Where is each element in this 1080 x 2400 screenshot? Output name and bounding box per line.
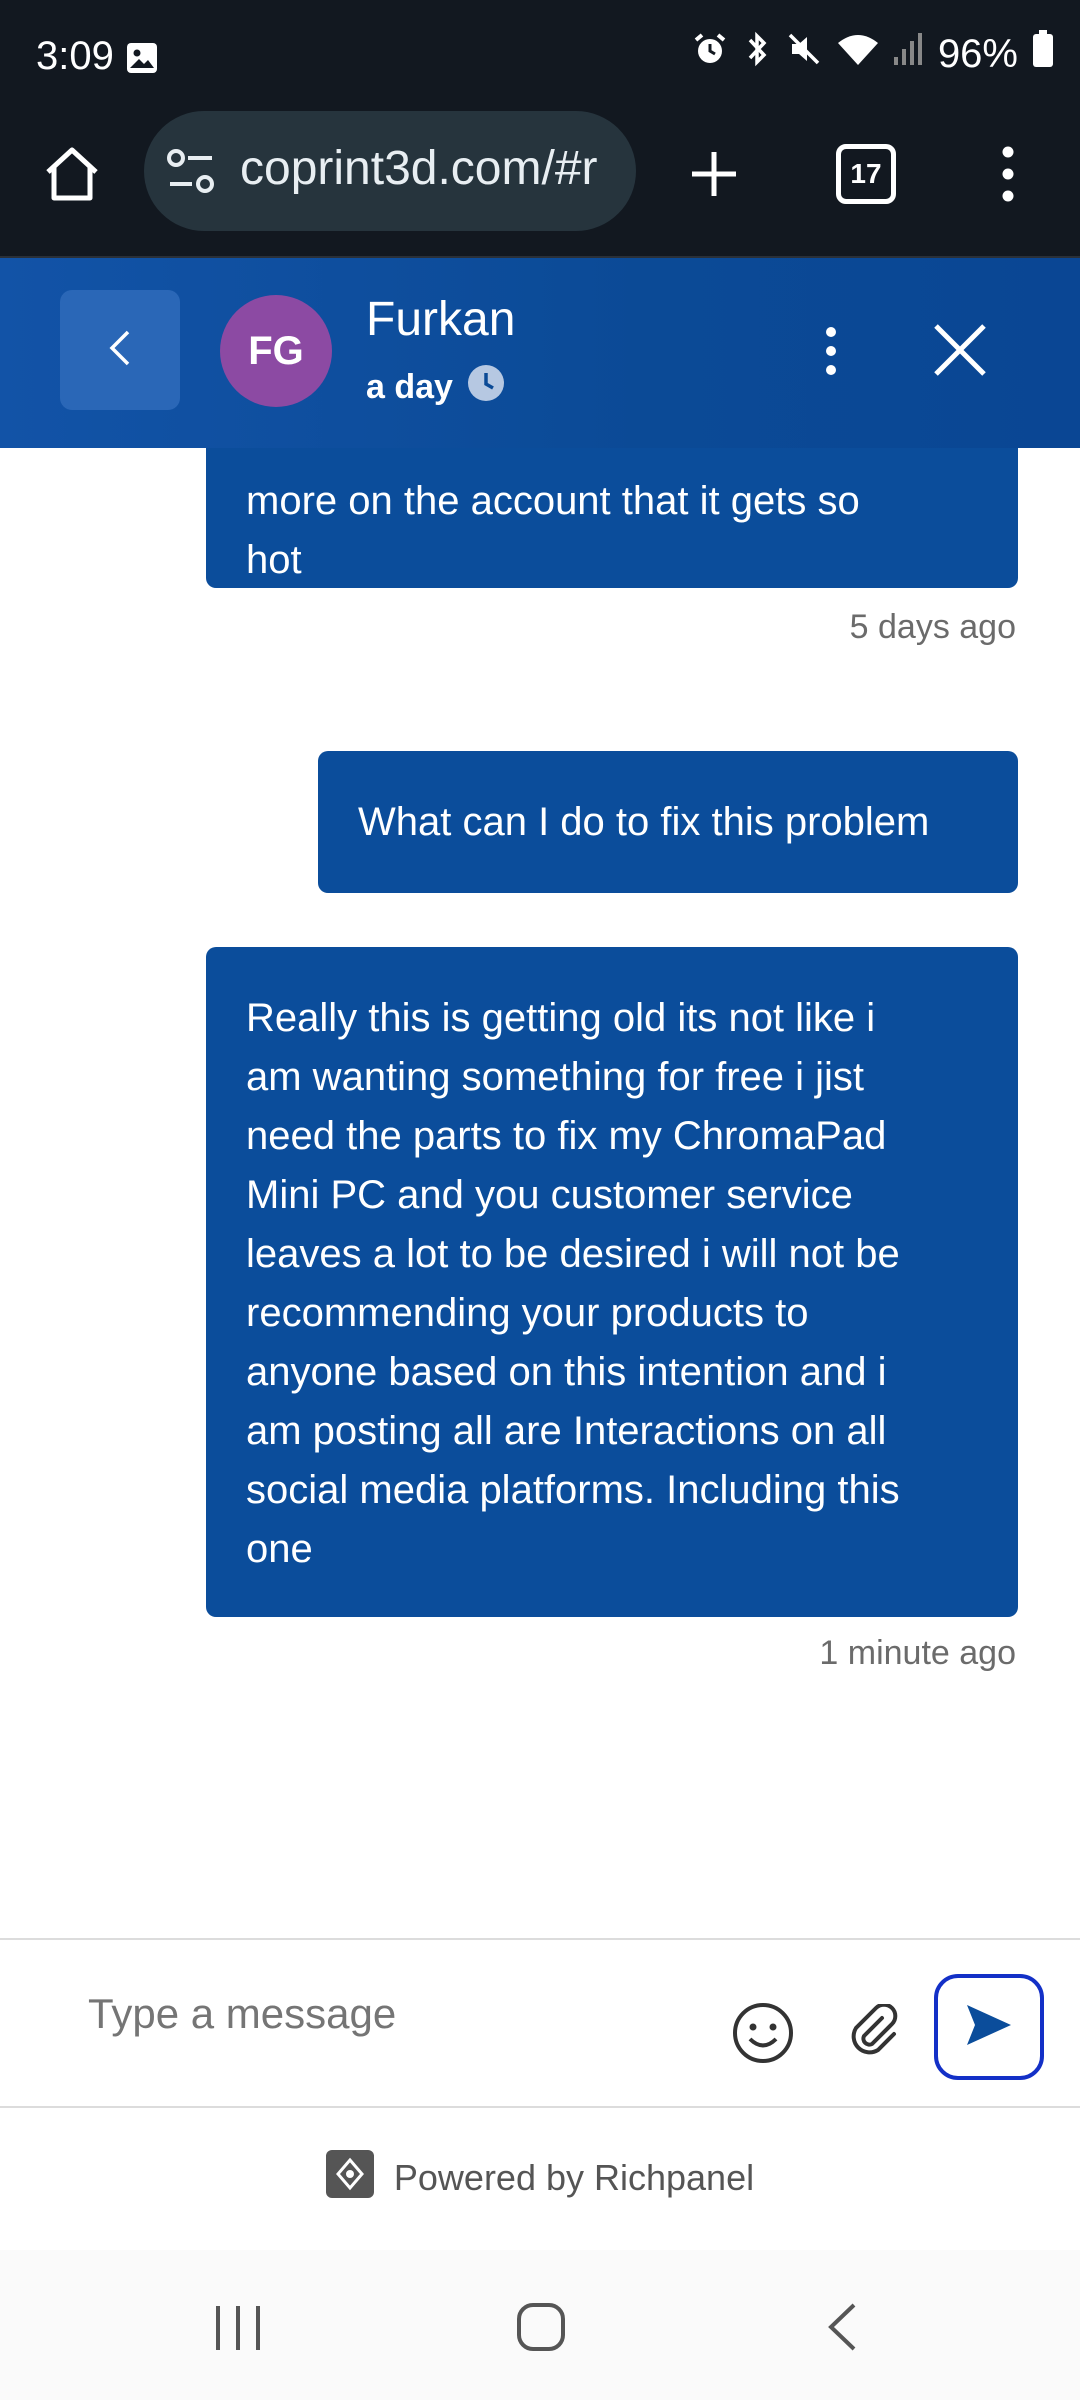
image-icon <box>126 42 158 79</box>
emoji-icon[interactable] <box>732 2002 794 2064</box>
tabs-icon[interactable]: 17 <box>836 144 896 204</box>
message-bubble: more on the account that it gets so hot <box>206 448 1018 588</box>
more-options-icon[interactable] <box>822 326 840 381</box>
message-timestamp: 1 minute ago <box>819 1634 1016 1672</box>
chat-header: FG Furkan a day <box>0 258 1080 448</box>
url-bar[interactable]: coprint3d.com/#r <box>144 111 636 231</box>
message-line: more on the account that it gets so <box>246 479 860 523</box>
home-nav-icon[interactable] <box>516 2302 566 2357</box>
message-line: am wanting something for free i jist <box>246 1055 865 1099</box>
message-line: hot <box>246 538 302 582</box>
message-list: more on the account that it gets so hot … <box>0 448 1080 1938</box>
message-timestamp: 5 days ago <box>849 608 1016 646</box>
powered-by[interactable]: Powered by Richpanel <box>0 2106 1080 2250</box>
send-button[interactable] <box>934 1974 1044 2080</box>
message-line: recommending your products to <box>246 1291 809 1335</box>
more-icon[interactable] <box>994 144 1022 209</box>
battery-text: 96% <box>937 31 1018 76</box>
message-line: need the parts to fix my ChromaPad <box>246 1114 887 1158</box>
status-time: 3:09 <box>36 34 114 78</box>
mute-icon <box>786 31 822 77</box>
back-nav-icon[interactable] <box>826 2302 858 2357</box>
home-icon[interactable] <box>40 142 104 211</box>
back-button[interactable] <box>60 290 180 410</box>
signal-icon <box>893 31 924 77</box>
clock-icon <box>467 364 505 411</box>
powered-by-text[interactable]: Powered by Richpanel <box>394 2157 754 2199</box>
response-time: a day <box>366 364 505 411</box>
message-bubble: Really this is getting old its not like … <box>206 947 1018 1617</box>
system-nav-bar <box>0 2250 1080 2400</box>
message-bubble: What can I do to fix this problem <box>318 751 1018 893</box>
message-line: What can I do to fix this problem <box>358 799 930 844</box>
url-text[interactable]: coprint3d.com/#r <box>240 141 612 196</box>
message-line: Really this is getting old its not like … <box>246 996 876 1040</box>
send-icon <box>964 2002 1014 2053</box>
agent-name: Furkan <box>366 293 516 346</box>
site-settings-icon[interactable] <box>166 149 216 198</box>
attachment-icon[interactable] <box>848 2004 902 2058</box>
chevron-left-icon <box>108 328 132 373</box>
avatar: FG <box>220 295 332 407</box>
richpanel-logo-icon <box>325 2149 374 2207</box>
alarm-icon <box>692 31 728 77</box>
response-time-text: a day <box>366 368 453 406</box>
message-line: am posting all are Interactions on all <box>246 1409 887 1453</box>
recent-apps-icon[interactable] <box>214 2304 262 2357</box>
bluetooth-icon <box>742 31 772 77</box>
close-icon[interactable] <box>930 320 990 385</box>
battery-icon <box>1032 30 1054 78</box>
message-input[interactable] <box>88 1990 688 2038</box>
message-composer <box>0 1938 1080 2108</box>
new-tab-icon[interactable] <box>688 148 740 205</box>
message-line: Mini PC and you customer service <box>246 1173 853 1217</box>
message-line: one <box>246 1527 313 1571</box>
wifi-icon <box>836 31 880 77</box>
status-bar: 3:09 96% <box>0 0 1080 118</box>
message-line: leaves a lot to be desired i will not be <box>246 1232 900 1276</box>
message-line: social media platforms. Including this <box>246 1468 900 1512</box>
message-line: anyone based on this intention and i <box>246 1350 887 1394</box>
